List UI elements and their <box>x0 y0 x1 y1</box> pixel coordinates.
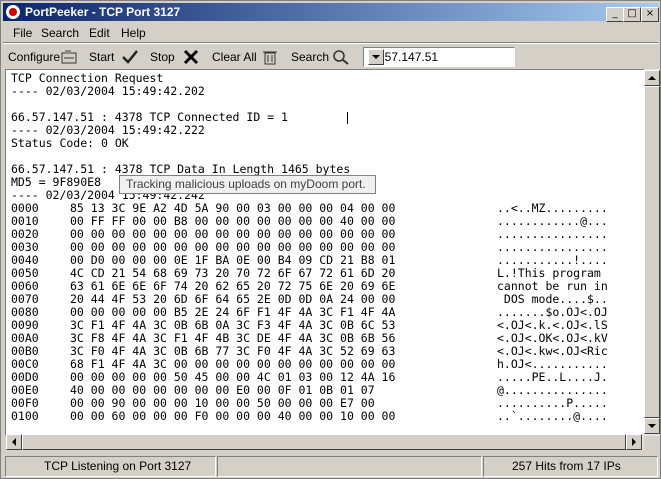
chevron-down-icon <box>372 55 380 59</box>
app-icon[interactable] <box>6 5 20 19</box>
hex-ascii: ..`........@.... <box>497 409 608 423</box>
vertical-scroll-thumb[interactable] <box>644 86 660 418</box>
arrow-left-icon <box>12 438 16 446</box>
maximize-button[interactable]: □ <box>623 7 641 22</box>
menu-separator <box>3 42 658 44</box>
toolbar: Configure Start Stop Clear All Search 66… <box>3 45 658 69</box>
address-combobox[interactable]: 66.57.147.51 <box>363 47 515 67</box>
scroll-up-button[interactable] <box>644 70 660 86</box>
horizontal-scrollbar[interactable] <box>6 434 644 450</box>
menu-help[interactable]: Help <box>121 26 146 40</box>
log-view[interactable]: TCP Connection Request ---- 02/03/2004 1… <box>5 69 645 436</box>
vertical-scrollbar[interactable] <box>644 69 660 436</box>
configure-button[interactable]: Configure <box>8 49 77 65</box>
dropdown-button[interactable] <box>368 49 384 65</box>
clear-all-label: Clear All <box>212 50 257 64</box>
search-label: Search <box>291 50 330 64</box>
main-window: PortPeeker - TCP Port 3127 _ □ × File Se… <box>0 0 661 479</box>
search-icon <box>333 50 349 65</box>
window-title: PortPeeker - TCP Port 3127 <box>25 5 181 19</box>
trash-icon <box>263 51 277 65</box>
x-icon <box>183 49 199 65</box>
status-listening: TCP Listening on Port 3127 <box>44 459 192 473</box>
menu-file[interactable]: File <box>13 26 32 40</box>
arrow-up-icon <box>648 76 656 80</box>
menu-edit[interactable]: Edit <box>89 26 110 40</box>
status-pane-hits: 257 Hits from 17 IPs <box>483 456 658 477</box>
stop-label: Stop <box>150 50 175 64</box>
arrow-right-icon <box>632 438 636 446</box>
checkmark-icon <box>122 50 138 64</box>
log-line: Status Code: 0 OK <box>11 136 129 150</box>
tooltip-text: Tracking malicious uploads on myDoom por… <box>126 177 366 191</box>
scroll-right-button[interactable] <box>626 434 642 450</box>
title-bar[interactable]: PortPeeker - TCP Port 3127 _ □ × <box>3 3 659 22</box>
tooltip: Tracking malicious uploads on myDoom por… <box>119 175 376 194</box>
stop-button[interactable]: Stop <box>150 49 199 65</box>
status-hits: 257 Hits from 17 IPs <box>512 459 621 473</box>
scroll-left-button[interactable] <box>6 434 22 450</box>
hex-bytes: 00 00 60 00 00 00 F0 00 00 00 40 00 00 1… <box>70 409 396 423</box>
arrow-down-icon <box>648 424 656 428</box>
start-label: Start <box>89 50 115 64</box>
search-button[interactable]: Search <box>291 49 349 65</box>
status-pane-listening: TCP Listening on Port 3127 <box>5 456 216 477</box>
text-caret <box>347 112 348 124</box>
menu-bar: File Search Edit Help <box>3 23 658 42</box>
start-button[interactable]: Start <box>89 49 138 65</box>
horizontal-scroll-thumb[interactable] <box>22 434 626 450</box>
clear-all-button[interactable]: Clear All <box>212 49 277 65</box>
log-line: ---- 02/03/2004 15:49:42.202 <box>11 84 205 98</box>
scroll-down-button[interactable] <box>644 418 660 434</box>
close-button[interactable]: × <box>641 7 659 22</box>
status-pane-middle <box>217 456 482 477</box>
hex-address: 0100 <box>11 409 39 423</box>
configure-icon <box>61 50 77 64</box>
configure-label: Configure <box>8 50 61 64</box>
menu-search[interactable]: Search <box>41 26 79 40</box>
minimize-button[interactable]: _ <box>606 7 624 22</box>
